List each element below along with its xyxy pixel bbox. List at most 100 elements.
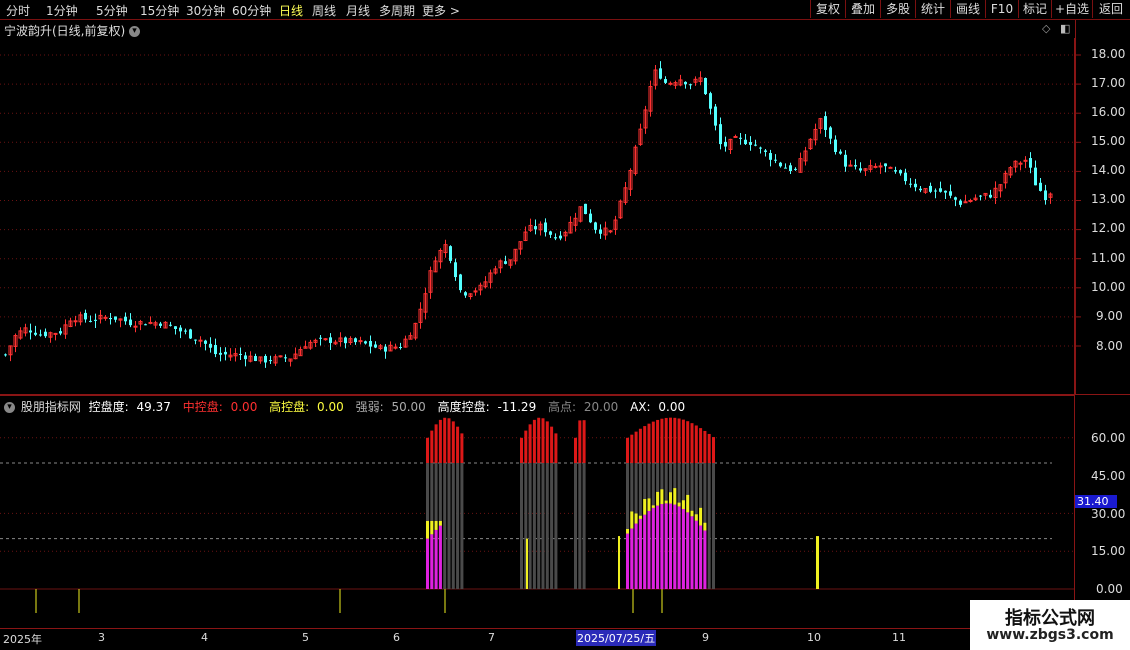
indicator-value-ax: AX: 0.00 <box>630 400 686 414</box>
candle-body <box>949 191 952 196</box>
indicator-red-bar <box>626 437 629 463</box>
indicator-yellow-bar <box>699 507 703 526</box>
chevron-down-icon[interactable]: ▾ <box>4 402 15 413</box>
x-axis-label: 6 <box>393 631 400 644</box>
indicator-yellow-bar <box>651 505 655 508</box>
candle-body <box>769 153 772 160</box>
indicator-magenta-bar <box>694 520 698 589</box>
candle-body <box>968 200 973 203</box>
indicator-value-peak: 高点: 20.00 <box>548 400 619 414</box>
candle-body <box>224 351 227 355</box>
indicator-yellow-bar <box>526 538 528 589</box>
indicator-red-bar <box>443 417 447 463</box>
indicator-red-bar <box>532 419 536 463</box>
indicator-gray-bar <box>520 463 523 589</box>
candle-body <box>449 246 452 261</box>
indicator-magenta-bar <box>660 504 664 589</box>
indicator-red-bar <box>664 417 668 463</box>
indicator-red-bar <box>541 418 545 463</box>
indicator-value-control: 控盘度: 49.37 <box>88 400 171 414</box>
indicator-red-bar <box>550 426 554 463</box>
candle-body <box>4 354 7 356</box>
price-tick: 14.00 <box>1091 163 1126 177</box>
indicator-gray-bar <box>447 463 451 589</box>
indicator-yellow-bar <box>434 520 438 530</box>
indicator-red-bar <box>647 423 651 463</box>
indicator-magenta-bar <box>681 509 685 589</box>
indicator-yellow-bar <box>664 500 668 504</box>
candle-body <box>684 81 687 85</box>
indicator-red-bar <box>524 430 528 463</box>
candle-body <box>214 345 217 355</box>
indicator-red-bar <box>681 419 685 463</box>
candle-body <box>834 139 837 152</box>
indicator-red-bar <box>660 418 664 463</box>
candle-body <box>844 154 847 167</box>
candle-body <box>358 340 363 343</box>
candle-body <box>144 324 147 326</box>
candle-body <box>179 327 182 332</box>
indicator-magenta-bar <box>686 512 690 589</box>
indicator-red-bar <box>460 433 464 463</box>
indicator-gray-bar <box>550 463 554 589</box>
indicator-yellow-bar <box>634 513 638 524</box>
indicator-yellow-bar <box>690 510 694 517</box>
x-axis-label: 9 <box>702 631 709 644</box>
indicator-red-bar <box>451 421 455 463</box>
candle-body <box>544 222 547 233</box>
candle-body <box>148 321 153 324</box>
candle-body <box>169 324 172 326</box>
candle-body <box>754 144 757 146</box>
candle-body <box>73 320 78 323</box>
indicator-magenta-bar <box>656 505 660 589</box>
indicator-gray-bar <box>528 463 532 589</box>
candle-body <box>584 203 587 215</box>
candle-body <box>664 79 667 83</box>
candle-body <box>384 346 387 352</box>
indicator-red-bar <box>694 425 698 463</box>
indicator-magenta-bar <box>673 504 677 589</box>
candle-body <box>393 346 398 349</box>
candle-body <box>344 337 347 344</box>
x-axis-label: 3 <box>98 631 105 644</box>
indicator-red-bar <box>707 433 711 463</box>
candle-body <box>459 274 462 291</box>
candle-body <box>29 330 32 333</box>
indicator-red-bar <box>634 431 638 463</box>
price-tick: 13.00 <box>1091 192 1126 206</box>
candle-body <box>94 319 97 321</box>
indicator-red-bar <box>554 433 558 463</box>
candle-body <box>888 166 893 169</box>
indicator-red-bar <box>447 418 451 463</box>
candle-body <box>374 344 377 348</box>
candle-body <box>184 330 187 332</box>
price-tick: 8.00 <box>1096 339 1123 353</box>
indicator-red-bar <box>712 437 715 463</box>
candle-body <box>114 316 117 320</box>
candle-body <box>848 164 853 167</box>
x-axis-label: 11 <box>892 631 906 644</box>
candle-body <box>704 77 707 95</box>
indicator-red-bar <box>574 437 577 463</box>
indicator-magenta-bar <box>434 529 438 589</box>
candle-body <box>944 190 947 193</box>
candle-body <box>779 162 782 167</box>
indicator-magenta-bar <box>643 514 647 589</box>
indicator-yellow-bar <box>643 499 647 515</box>
indicator-red-bar <box>456 426 460 463</box>
indicator-red-bar <box>582 420 586 463</box>
candle-body <box>84 312 87 320</box>
indicator-gray-bar <box>582 463 586 589</box>
indicator-yellow-bar <box>669 492 672 504</box>
indicator-magenta-bar <box>430 534 434 589</box>
candle-body <box>764 150 767 152</box>
candle-body <box>278 355 283 358</box>
indicator-red-bar <box>528 424 532 463</box>
current-value-badge: 31.40 <box>1075 495 1117 508</box>
indicator-yellow-bar <box>681 500 685 510</box>
candle-body <box>1018 162 1023 165</box>
candle-body <box>668 82 673 85</box>
indicator-red-bar <box>669 417 672 463</box>
candle-body <box>873 165 878 168</box>
indicator-red-bar <box>677 418 681 463</box>
